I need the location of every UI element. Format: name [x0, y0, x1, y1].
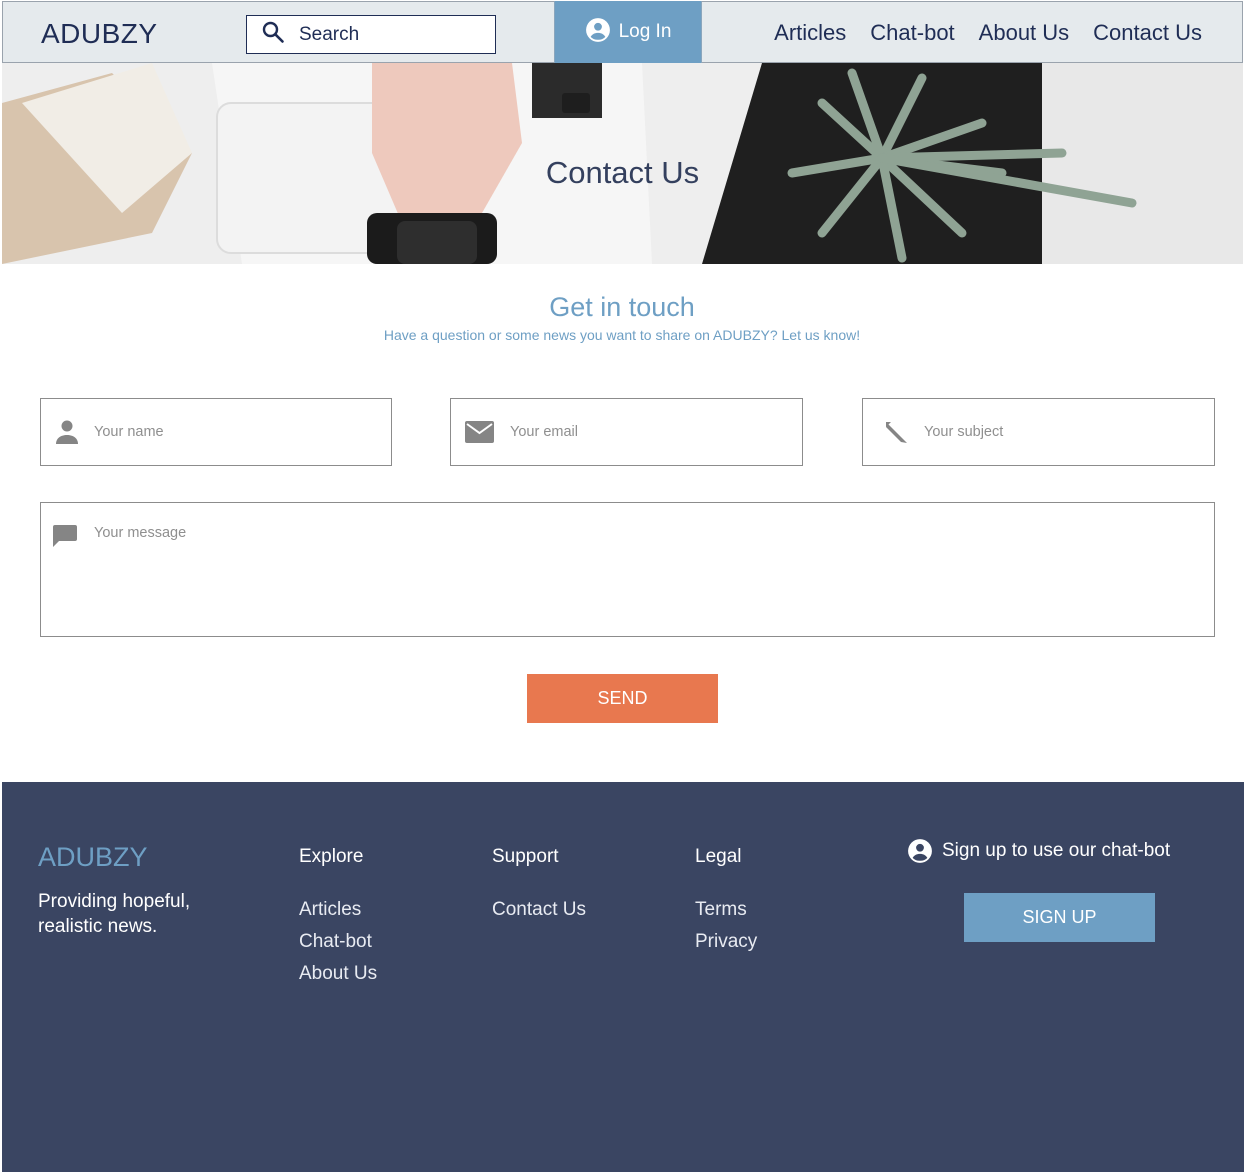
mail-icon: [465, 421, 494, 443]
name-placeholder: Your name: [94, 424, 164, 440]
section-title: Get in touch: [549, 292, 695, 322]
footer-link-privacy[interactable]: Privacy: [695, 926, 757, 958]
footer-brand[interactable]: ADUBZY: [38, 842, 148, 873]
footer-link-terms[interactable]: Terms: [695, 894, 757, 926]
footer-link-about-us[interactable]: About Us: [299, 958, 377, 990]
nav-articles[interactable]: Articles: [774, 20, 846, 46]
top-navbar: ADUBZY Search Log In Articles Chat-bot A…: [2, 1, 1243, 63]
footer-tagline: Providing hopeful, realistic news.: [38, 891, 191, 937]
signup-prompt-text: Sign up to use our chat-bot: [942, 840, 1171, 861]
page-title: Contact Us: [545, 155, 700, 190]
account-icon: [907, 838, 933, 864]
account-icon: [585, 17, 611, 48]
subject-field[interactable]: Your subject: [862, 398, 1215, 466]
footer-legal-heading: Legal: [695, 846, 742, 867]
message-placeholder: Your message: [94, 525, 187, 541]
subject-placeholder: Your subject: [924, 424, 1004, 440]
signup-prompt: Sign up to use our chat-bot: [907, 838, 1170, 864]
search-icon: [261, 20, 285, 49]
message-field[interactable]: Your message: [40, 502, 1215, 637]
login-label: Log In: [618, 21, 672, 42]
name-field[interactable]: Your name: [40, 398, 392, 466]
footer-link-articles[interactable]: Articles: [299, 894, 377, 926]
send-button[interactable]: SEND: [527, 674, 718, 723]
nav-about-us[interactable]: About Us: [979, 20, 1070, 46]
footer-explore-heading: Explore: [299, 846, 364, 867]
signup-button[interactable]: SIGN UP: [964, 893, 1155, 942]
email-placeholder: Your email: [510, 424, 578, 440]
email-field[interactable]: Your email: [450, 398, 803, 466]
search-box[interactable]: Search: [246, 15, 496, 54]
footer-support: Support Contact Us: [492, 846, 586, 926]
footer-legal: Legal Terms Privacy: [695, 846, 757, 958]
footer-link-contact-us[interactable]: Contact Us: [492, 894, 586, 926]
section-subtitle: Have a question or some news you want to…: [383, 327, 861, 343]
footer-link-chat-bot[interactable]: Chat-bot: [299, 926, 377, 958]
footer-explore: Explore Articles Chat-bot About Us: [299, 846, 377, 990]
person-icon: [55, 419, 79, 445]
nav-contact-us[interactable]: Contact Us: [1093, 20, 1202, 46]
hero-banner: Contact Us: [2, 63, 1243, 264]
login-button[interactable]: Log In: [554, 1, 702, 63]
brand-logo[interactable]: ADUBZY: [41, 18, 158, 50]
footer: ADUBZY Providing hopeful, realistic news…: [2, 782, 1244, 1172]
footer-support-heading: Support: [492, 846, 559, 867]
comment-icon: [53, 525, 77, 547]
pencil-icon: [885, 421, 908, 444]
main-nav: Articles Chat-bot About Us Contact Us: [774, 20, 1202, 46]
nav-chat-bot[interactable]: Chat-bot: [870, 20, 954, 46]
search-label: Search: [299, 23, 360, 45]
